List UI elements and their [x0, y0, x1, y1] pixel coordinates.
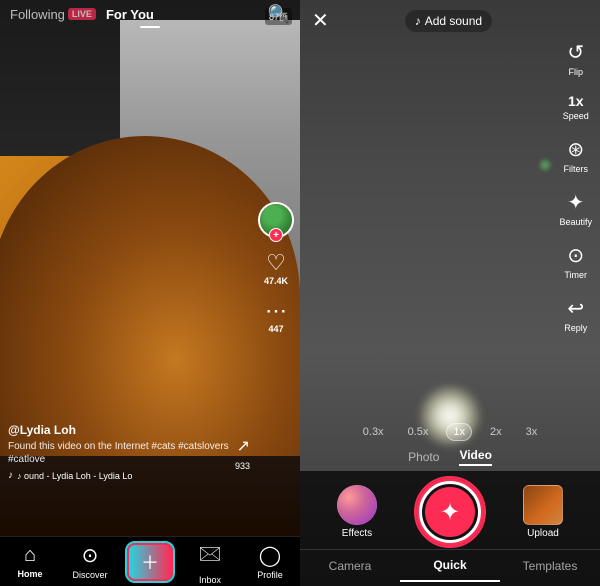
like-button[interactable]: ♡ 47.4K	[264, 252, 288, 286]
filters-label: Filters	[563, 164, 588, 174]
timer-label: Timer	[564, 270, 587, 280]
effects-label: Effects	[342, 528, 372, 539]
username[interactable]: @Lydia Loh	[8, 423, 240, 437]
speed-1x[interactable]: 1x	[446, 423, 472, 441]
follow-plus-badge: +	[269, 228, 283, 242]
upload-label: Upload	[527, 528, 559, 539]
sparkle-icon: ✦	[440, 498, 460, 527]
upload-thumbnail	[523, 485, 563, 525]
video-area: 87画 + ♡ 47.4K ⋯ 447 ↗ 933 @Lydia Loh	[0, 0, 300, 536]
timer-button[interactable]: ⊙ Timer	[564, 243, 587, 280]
filters-button[interactable]: ⊛ Filters	[563, 137, 588, 174]
heart-icon: ♡	[266, 252, 286, 274]
music-row: ♪ ♪ ound - Lydia Loh - Lydia Lo	[8, 470, 240, 481]
capture-row: Effects ✦ Upload	[300, 471, 600, 549]
add-sound-button[interactable]: ♪ Add sound	[405, 10, 492, 32]
left-panel: Following LIVE For You 🔍 87画 + ♡ 47.4K	[0, 0, 300, 586]
camera-top-bar: ✕ ♪ Add sound	[300, 0, 600, 41]
tab-underline	[140, 26, 160, 28]
green-dot	[540, 160, 550, 170]
cat-body	[0, 136, 300, 456]
speed-label: Speed	[563, 111, 589, 121]
close-button[interactable]: ✕	[312, 8, 329, 33]
filters-icon: ⊛	[567, 137, 584, 162]
live-badge: LIVE	[68, 8, 96, 20]
speed-icon: 1x	[568, 93, 584, 109]
speed-3x[interactable]: 3x	[520, 424, 544, 440]
flip-button[interactable]: ↺ Flip	[567, 40, 584, 77]
nav-profile-label: Profile	[257, 570, 283, 580]
beautify-icon: ✦	[567, 190, 584, 215]
speed-0.5x[interactable]: 0.5x	[402, 424, 435, 440]
mode-selector: Photo Video	[300, 448, 600, 466]
nav-create[interactable]: ＋	[120, 543, 180, 581]
inbox-icon: 🖂	[198, 539, 221, 573]
bottom-nav: ⌂ Home ⊙ Discover ＋ 🖂 Inbox ◯ Profile	[0, 536, 300, 586]
comment-icon: ⋯	[265, 300, 287, 322]
flip-label: Flip	[568, 67, 583, 77]
flip-icon: ↺	[567, 40, 584, 65]
beautify-label: Beautify	[559, 217, 592, 227]
nav-discover[interactable]: ⊙ Discover	[60, 543, 120, 580]
create-plus-icon: ＋	[141, 549, 159, 575]
capture-button-inner: ✦	[425, 487, 475, 537]
upload-button[interactable]: Upload	[523, 485, 563, 539]
home-icon: ⌂	[24, 544, 36, 567]
speed-2x[interactable]: 2x	[484, 424, 508, 440]
nav-profile[interactable]: ◯ Profile	[240, 543, 300, 580]
add-sound-label: Add sound	[425, 14, 482, 28]
effects-avatar	[337, 485, 377, 525]
capture-button-wrap: ✦	[419, 481, 481, 543]
camera-bottom: Effects ✦ Upload Camera Quick Templat	[300, 471, 600, 586]
camera-tab-templates[interactable]: Templates	[500, 551, 600, 581]
camera-tab-camera[interactable]: Camera	[300, 551, 400, 581]
video-info: @Lydia Loh Found this video on the Inter…	[8, 423, 240, 481]
capture-button[interactable]: ✦	[419, 481, 481, 543]
photo-mode[interactable]: Photo	[408, 450, 439, 464]
discover-icon: ⊙	[82, 543, 99, 568]
right-actions: + ♡ 47.4K ⋯ 447	[258, 202, 294, 334]
reply-button[interactable]: ↩ Reply	[564, 296, 587, 333]
right-panel: ✕ ♪ Add sound ↺ Flip 1x Speed ⊛ Filters …	[300, 0, 600, 586]
camera-right-tools: ↺ Flip 1x Speed ⊛ Filters ✦ Beautify ⊙ T…	[559, 40, 592, 333]
music-text: ♪ ound - Lydia Loh - Lydia Lo	[17, 471, 132, 481]
nav-home-label: Home	[17, 569, 42, 579]
camera-tab-quick[interactable]: Quick	[400, 550, 500, 582]
comment-count: 447	[268, 324, 283, 334]
camera-tab-row: Camera Quick Templates	[300, 549, 600, 582]
video-mode[interactable]: Video	[459, 448, 491, 466]
creator-avatar-wrap[interactable]: +	[258, 202, 294, 238]
nav-inbox-label: Inbox	[199, 575, 221, 585]
profile-icon: ◯	[259, 543, 281, 568]
top-bar: Following LIVE For You 🔍	[0, 0, 300, 28]
music-note-icon: ♪	[415, 14, 421, 28]
nav-discover-label: Discover	[72, 570, 107, 580]
timer-icon: ⊙	[567, 243, 584, 268]
speed-selector: 0.3x 0.5x 1x 2x 3x	[300, 423, 600, 441]
following-label: Following	[10, 7, 65, 22]
beautify-button[interactable]: ✦ Beautify	[559, 190, 592, 227]
caption: Found this video on the Internet #cats #…	[8, 440, 240, 466]
like-count: 47.4K	[264, 276, 288, 286]
comment-button[interactable]: ⋯ 447	[265, 300, 287, 334]
nav-inbox[interactable]: 🖂 Inbox	[180, 539, 240, 585]
reply-icon: ↩	[567, 296, 584, 321]
foryou-tab[interactable]: For You	[106, 7, 154, 22]
speed-0.3x[interactable]: 0.3x	[357, 424, 390, 440]
effects-button[interactable]: Effects	[337, 485, 377, 539]
nav-home[interactable]: ⌂ Home	[0, 544, 60, 579]
speed-button[interactable]: 1x Speed	[563, 93, 589, 121]
following-tab[interactable]: Following LIVE	[10, 7, 100, 22]
reply-label: Reply	[564, 323, 587, 333]
music-note-icon: ♪	[8, 470, 13, 481]
create-icon-box: ＋	[127, 543, 173, 581]
search-icon[interactable]: 🔍	[268, 4, 290, 25]
